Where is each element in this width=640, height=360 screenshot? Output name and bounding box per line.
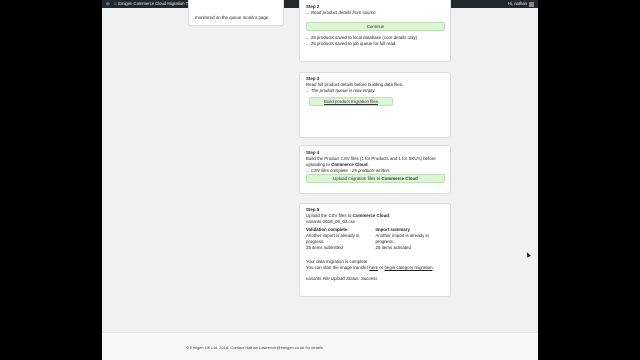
upload-migration-files-button[interactable]: Upload migration files to Commerce Cloud <box>306 174 445 183</box>
upload-status-text: variants File Upload Status: Success <box>306 276 378 281</box>
step5-summary: Validation complete Another import is al… <box>306 227 445 251</box>
continue-button[interactable]: Continue <box>306 22 445 31</box>
wordpress-icon[interactable]: ◎ <box>106 0 110 8</box>
import-text: Another import is already in progress. <box>375 233 429 244</box>
step2-card: Step 2 ... Read product details from sou… <box>299 0 451 62</box>
step5-card: Step 5 Upload the CSV files to Commerce … <box>299 203 451 297</box>
admin-bar-account[interactable]: Hi, nathan <box>508 0 534 8</box>
validation-count: 25 items submitted <box>306 245 343 250</box>
mouse-cursor-icon <box>525 251 531 258</box>
queue-info-text: monitored on the queue monitor page. <box>195 15 270 20</box>
image-transfer-link[interactable]: here <box>369 265 378 270</box>
build-migration-files-button[interactable]: Build product migration files <box>309 97 393 106</box>
step2-result-2: ... 25 products saved to job queue for f… <box>306 41 397 46</box>
browser-viewport: ◎ ⌂ Emigen Commerce Cloud Migration Tool… <box>102 0 538 360</box>
import-column: Import summary Another import is already… <box>376 227 446 251</box>
step4-description: Build the Product CSV files (1 for Produ… <box>306 156 436 167</box>
step4-card: Step 4 Build the Product CSV files (1 fo… <box>299 145 451 194</box>
home-icon: ⌂ <box>113 1 117 7</box>
avatar <box>529 1 534 7</box>
page-footer: © Emigen UK Ltd. 2018. Contact Nathan.La… <box>102 332 538 360</box>
category-migration-link[interactable]: begin category migration <box>384 265 432 270</box>
validation-column: Validation complete Another import is al… <box>306 227 376 251</box>
queue-info-card: monitored on the queue monitor page. <box>188 0 284 26</box>
admin-bar-site-title[interactable]: ⌂ Emigen Commerce Cloud Migration Tool <box>114 0 194 8</box>
footer-text: © Emigen UK Ltd. 2018. Contact Nathan.La… <box>186 345 323 350</box>
import-count: 25 items activated <box>375 245 411 250</box>
validation-text: Another import is already in progress. <box>306 233 360 244</box>
next-steps-text: You can start the image transfer here or… <box>306 265 434 270</box>
step3-card: Step 3 Read full product details before … <box>299 72 451 138</box>
